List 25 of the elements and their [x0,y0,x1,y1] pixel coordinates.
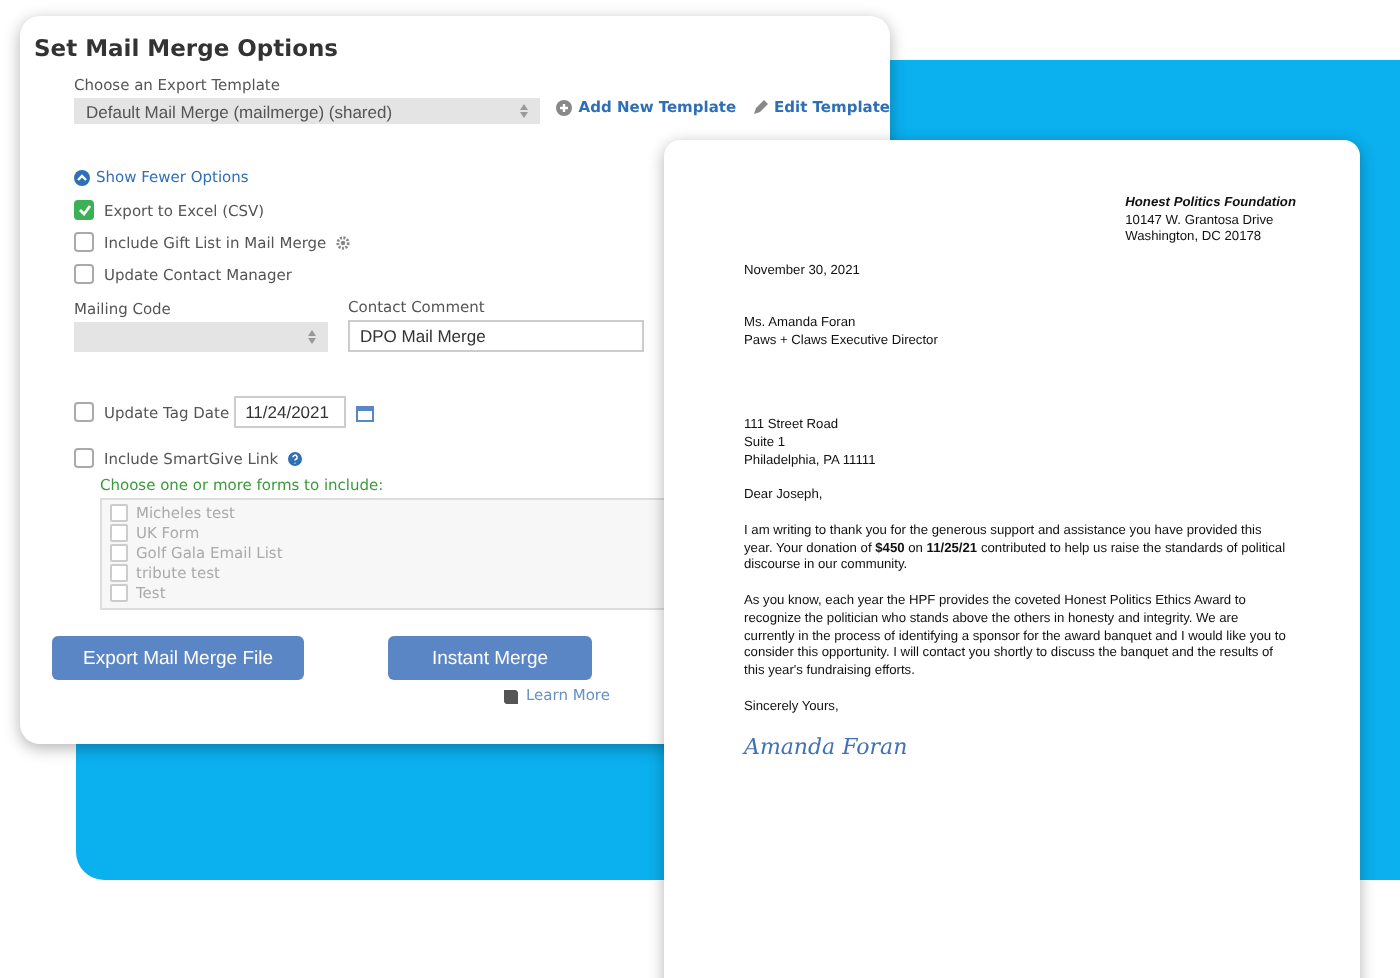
help-icon[interactable] [288,451,303,465]
signature: Amanda Foran [744,740,910,759]
date-field[interactable]: 11/24/2021 [233,396,346,428]
export-button[interactable]: Export Mail Merge File [52,636,304,680]
instant-merge-button[interactable]: Instant Merge [388,636,592,680]
checkbox[interactable] [74,448,94,468]
checkbox[interactable] [74,200,94,220]
select-arrows-icon [308,330,316,344]
checkbox[interactable] [110,584,128,602]
checkbox[interactable] [110,504,128,522]
select-arrows-icon [520,104,529,118]
contact-comment-field[interactable]: DPO Mail Merge [348,320,644,352]
checkbox[interactable] [74,232,94,252]
calendar-icon[interactable] [355,403,374,421]
plus-icon [556,99,573,115]
gear-icon [336,235,351,249]
dialog-title: Set Mail Merge Options [34,34,341,62]
checkbox[interactable] [74,264,94,284]
template-select[interactable]: Default Mail Merge (mailmerge) (shared) [74,98,541,124]
checkbox[interactable] [110,524,128,542]
checkbox[interactable] [110,564,128,582]
chevron-up-icon [74,169,90,185]
checkbox[interactable] [74,402,94,422]
checkbox[interactable] [110,544,128,562]
pencil-icon [752,99,769,115]
